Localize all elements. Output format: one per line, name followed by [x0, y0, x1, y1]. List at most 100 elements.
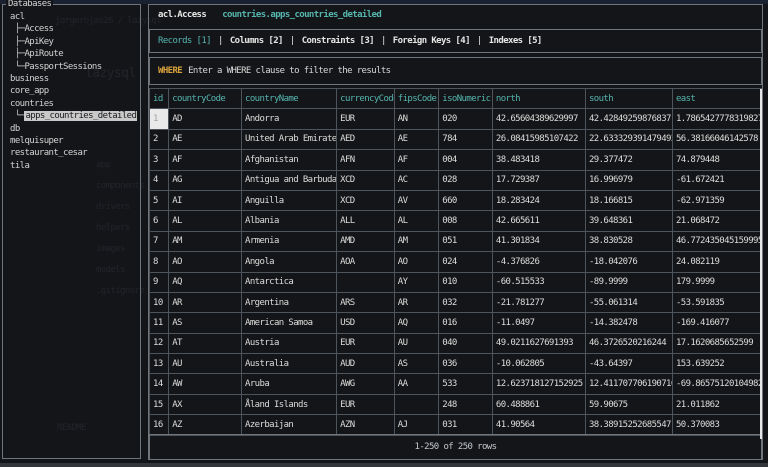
table-cell[interactable]: 39.648361 — [584, 210, 673, 232]
table-cell[interactable]: AJ — [393, 414, 440, 436]
table-cell[interactable]: 040 — [438, 332, 493, 355]
where-filter-input[interactable]: WHERE Enter a WHERE clause to filter the … — [149, 57, 762, 85]
table-cell[interactable]: 5 — [149, 189, 170, 212]
table-cell[interactable]: 660 — [438, 189, 493, 212]
table-cell[interactable]: AO — [393, 251, 440, 273]
tree-item-apikey[interactable]: ├─ApiKey — [10, 36, 140, 48]
table-cell[interactable]: 7 — [149, 230, 170, 253]
table-cell[interactable]: 46.3726520216244 — [584, 332, 673, 355]
table-cell[interactable]: 14 — [149, 373, 170, 395]
table-cell[interactable]: 020 — [438, 108, 493, 130]
table-cell[interactable] — [393, 393, 440, 416]
table-cell[interactable]: 784 — [438, 128, 493, 151]
table-cell[interactable]: 16.996979 — [584, 169, 673, 191]
table-cell[interactable]: 56.38166046142578 — [671, 128, 762, 151]
tree-item-countries[interactable]: countries — [10, 98, 140, 110]
table-cell[interactable]: 26.08415985107422 — [491, 128, 586, 151]
table-cell[interactable]: -21.781277 — [491, 291, 586, 314]
view-tab-columns-2-[interactable]: Columns [2] — [230, 36, 284, 46]
table-cell[interactable]: AL — [168, 210, 243, 232]
tab-acl-access[interactable]: acl.Access — [158, 10, 207, 20]
table-cell[interactable]: 10 — [149, 291, 170, 314]
table-cell[interactable]: 179.9999 — [671, 271, 762, 293]
table-cell[interactable]: AE — [393, 128, 440, 151]
table-cell[interactable]: AO — [168, 251, 243, 273]
table-cell[interactable]: AC — [393, 169, 440, 191]
table-cell[interactable]: 38.38915252685547 — [584, 414, 673, 436]
table-cell[interactable]: AL — [393, 210, 440, 232]
tree-item-core-app[interactable]: core_app — [10, 85, 140, 97]
table-cell[interactable]: 74.879448 — [671, 149, 762, 171]
tree-item-melquisuper[interactable]: melquisuper — [10, 135, 140, 147]
table-cell[interactable]: AOA — [336, 251, 395, 273]
table-cell[interactable]: AZ — [168, 414, 243, 436]
table-cell[interactable]: EUR — [336, 393, 395, 416]
table-cell[interactable]: AWG — [336, 373, 395, 395]
table-cell[interactable]: AI — [168, 189, 243, 212]
table-cell[interactable]: 12.411707706190716 — [584, 373, 673, 395]
table-cell[interactable]: Azerbaijan — [241, 414, 338, 436]
table-cell[interactable]: -61.672421 — [671, 169, 762, 191]
table-cell[interactable]: -43.64397 — [584, 353, 673, 375]
table-cell[interactable]: AF — [393, 149, 440, 171]
table-cell[interactable]: 16 — [149, 414, 170, 436]
table-cell[interactable]: Andorra — [241, 108, 338, 130]
table-cell[interactable]: EUR — [336, 332, 395, 355]
table-cell[interactable]: 024 — [438, 251, 493, 273]
table-cell[interactable]: 24.082119 — [671, 251, 762, 273]
table-cell[interactable]: 11 — [149, 312, 170, 334]
table-scrollbar[interactable] — [760, 89, 762, 439]
view-tab-records-1-[interactable]: Records [1] — [158, 36, 212, 46]
table-cell[interactable]: AM — [168, 230, 243, 253]
table-cell[interactable]: 153.639252 — [671, 353, 762, 375]
table-cell[interactable]: Afghanistan — [241, 149, 338, 171]
table-cell[interactable]: 010 — [438, 271, 493, 293]
table-cell[interactable]: -169.416077 — [671, 312, 762, 334]
table-cell[interactable]: AE — [168, 128, 243, 151]
table-cell[interactable]: 1.7865427778319827 — [671, 108, 762, 130]
table-cell[interactable]: EUR — [336, 108, 395, 130]
table-cell[interactable]: 4 — [149, 169, 170, 191]
table-cell[interactable]: United Arab Emirates — [241, 128, 338, 151]
table-cell[interactable]: -14.382478 — [584, 312, 673, 334]
table-cell[interactable]: 17.1620685652599 — [671, 332, 762, 355]
table-cell[interactable]: 21.011862 — [671, 393, 762, 416]
table-cell[interactable]: 12 — [149, 332, 170, 355]
table-cell[interactable]: Albania — [241, 210, 338, 232]
table-cell[interactable]: XCD — [336, 189, 395, 212]
table-cell[interactable]: 8 — [149, 251, 170, 273]
table-cell[interactable]: AED — [336, 128, 395, 151]
table-cell[interactable]: 6 — [149, 210, 170, 232]
table-cell[interactable]: Argentina — [241, 291, 338, 314]
table-cell[interactable]: 031 — [438, 414, 493, 436]
table-cell[interactable]: 50.370083 — [671, 414, 762, 436]
table-cell[interactable]: -11.0497 — [491, 312, 586, 334]
table-cell[interactable]: 17.729387 — [491, 169, 586, 191]
table-cell[interactable]: 12.623718127152925 — [491, 373, 586, 395]
table-cell[interactable]: AY — [393, 271, 440, 293]
view-tab-constraints-3-[interactable]: Constraints [3] — [302, 36, 375, 46]
table-cell[interactable]: AD — [168, 108, 243, 130]
table-cell[interactable]: 29.377472 — [584, 149, 673, 171]
table-cell[interactable]: ARS — [336, 291, 395, 314]
table-cell[interactable]: 46.772435045159995 — [671, 230, 762, 253]
table-cell[interactable]: AT — [168, 332, 243, 355]
table-cell[interactable]: Aruba — [241, 373, 338, 395]
table-cell[interactable]: 3 — [149, 149, 170, 171]
table-cell[interactable]: -55.061314 — [584, 291, 673, 314]
table-cell[interactable]: 004 — [438, 149, 493, 171]
table-cell[interactable]: 18.283424 — [491, 189, 586, 212]
tree-item-tila[interactable]: tila — [10, 160, 140, 172]
table-cell[interactable] — [336, 271, 395, 293]
tree-item-restaurant-cesar[interactable]: restaurant_cesar — [10, 147, 140, 159]
table-cell[interactable]: AUD — [336, 353, 395, 375]
tree-item-passportsessions[interactable]: └─PassportSessions — [10, 61, 140, 73]
table-cell[interactable]: Antarctica — [241, 271, 338, 293]
table-cell[interactable]: Antigua and Barbuda — [241, 169, 338, 191]
tree-item-apps-countries-detailed[interactable]: └─apps_countries_detailed — [10, 110, 140, 122]
table-cell[interactable]: Armenia — [241, 230, 338, 253]
table-cell[interactable]: USD — [336, 312, 395, 334]
table-cell[interactable]: AS — [168, 312, 243, 334]
table-cell[interactable]: 036 — [438, 353, 493, 375]
table-cell[interactable]: -53.591835 — [671, 291, 762, 314]
